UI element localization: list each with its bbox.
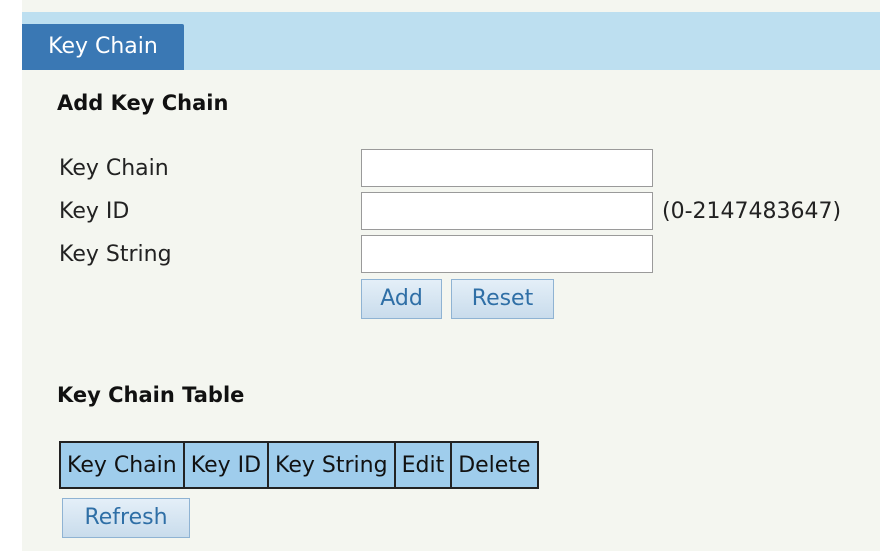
reset-button[interactable]: Reset: [451, 279, 554, 319]
key-string-input[interactable]: [361, 235, 653, 273]
key-id-input[interactable]: [361, 192, 653, 230]
key-id-label: Key ID: [59, 199, 130, 224]
column-header-edit: Edit: [393, 441, 453, 489]
key-string-label: Key String: [59, 242, 172, 267]
table-header-row: Key Chain Key ID Key String Edit Delete: [59, 441, 539, 489]
add-button[interactable]: Add: [361, 279, 442, 319]
key-chain-input[interactable]: [361, 149, 653, 187]
refresh-button[interactable]: Refresh: [62, 498, 190, 538]
column-header-key-string: Key String: [267, 441, 396, 489]
column-header-key-id: Key ID: [182, 441, 270, 489]
key-id-range-hint: (0-2147483647): [662, 199, 842, 224]
add-key-chain-title: Add Key Chain: [57, 91, 229, 115]
tab-key-chain[interactable]: Key Chain: [22, 24, 184, 70]
key-chain-table-title: Key Chain Table: [57, 383, 245, 407]
key-chain-label: Key Chain: [59, 156, 169, 181]
column-header-delete: Delete: [450, 441, 539, 489]
key-chain-table: Key Chain Key ID Key String Edit Delete: [59, 441, 539, 489]
column-header-key-chain: Key Chain: [59, 441, 185, 489]
